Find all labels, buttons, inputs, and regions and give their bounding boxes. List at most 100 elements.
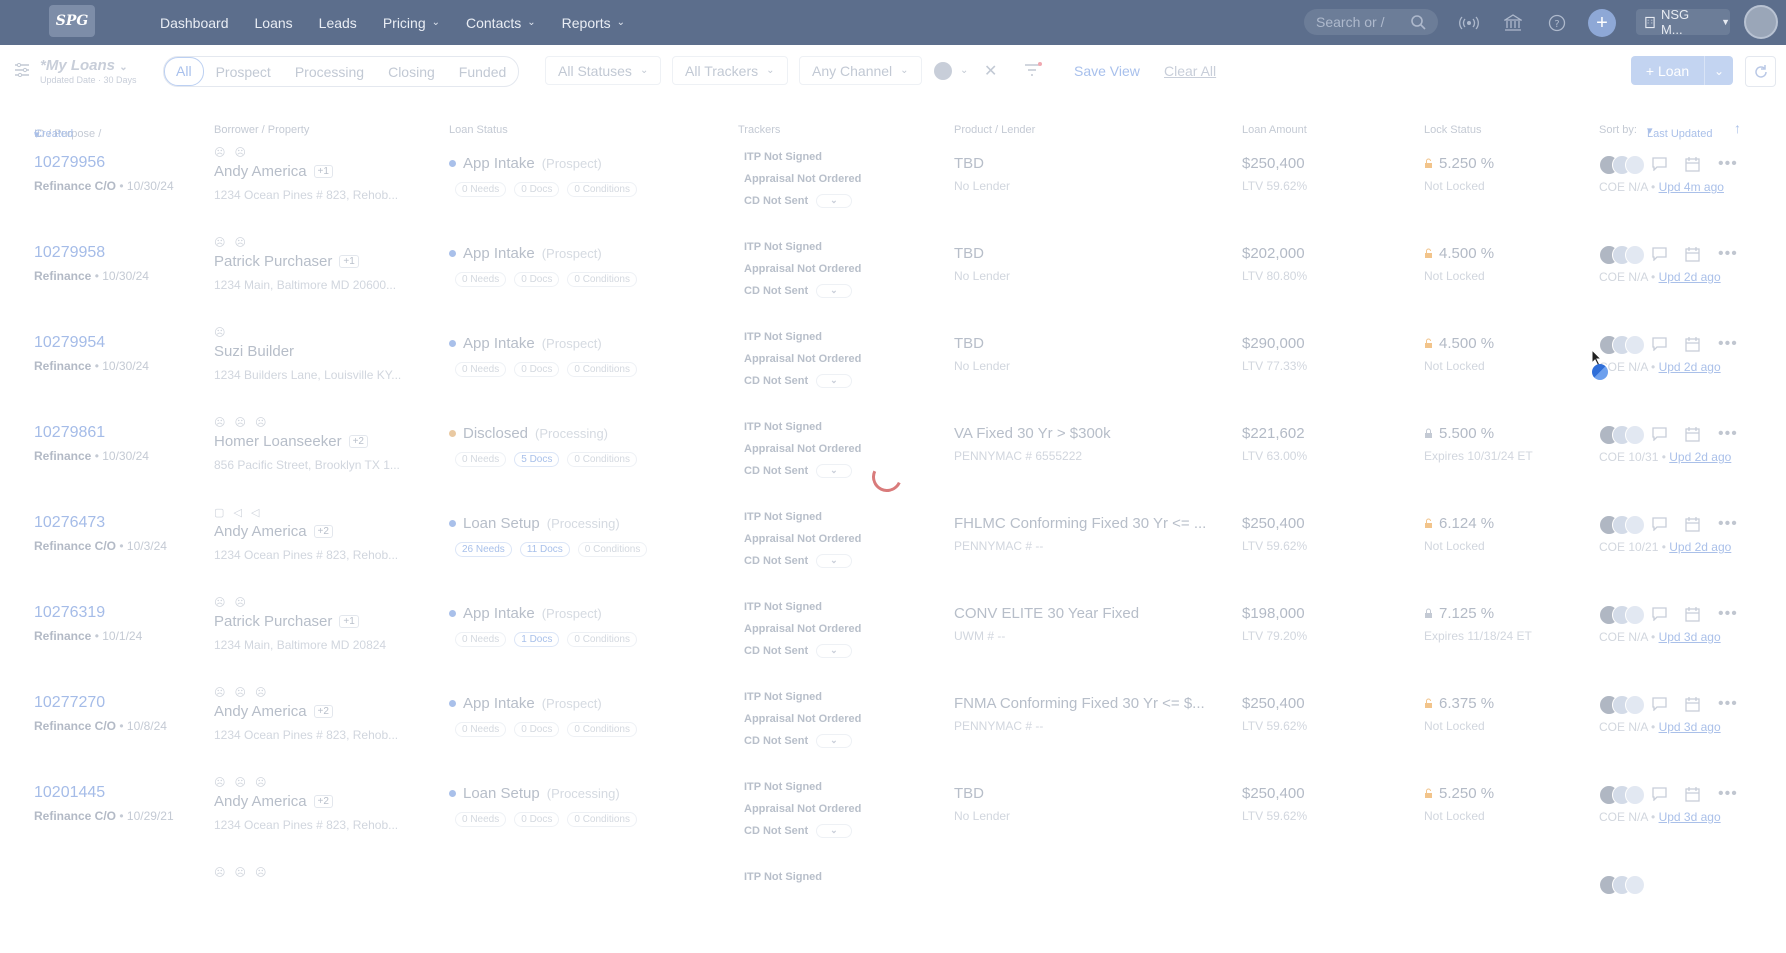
loan-status[interactable]: Disclosed (Processing): [449, 425, 608, 442]
conditions-count-badge[interactable]: 0 Conditions: [567, 632, 637, 647]
column-lock-status-header[interactable]: Lock Status: [1424, 124, 1481, 136]
more-options-icon[interactable]: •••: [1718, 155, 1738, 173]
more-options-icon[interactable]: •••: [1718, 425, 1738, 443]
broadcast-icon[interactable]: [1456, 10, 1482, 36]
loan-id-link[interactable]: 10201445: [34, 784, 105, 802]
add-loan-button[interactable]: + Loan ⌄: [1631, 56, 1733, 85]
more-options-icon[interactable]: •••: [1718, 695, 1738, 713]
message-icon[interactable]: [1652, 697, 1667, 711]
calendar-icon[interactable]: [1685, 786, 1700, 802]
borrower-name-link[interactable]: Andy America +2: [214, 703, 333, 720]
borrower-name-link[interactable]: Andy America +2: [214, 523, 333, 540]
tracker-itp[interactable]: ITP Not Signed: [744, 866, 822, 888]
loan-status[interactable]: App Intake (Prospect): [449, 695, 602, 712]
coborrower-count-badge[interactable]: +2: [313, 795, 333, 808]
loan-status[interactable]: App Intake (Prospect): [449, 605, 602, 622]
tracker-expand-toggle[interactable]: ⌄: [816, 554, 853, 568]
message-icon[interactable]: [1652, 157, 1667, 171]
docs-count-badge[interactable]: 0 Docs: [514, 362, 560, 377]
tracker-cd[interactable]: CD Not Sent: [744, 640, 808, 662]
product-name[interactable]: FNMA Conforming Fixed 30 Yr <= $...: [954, 695, 1205, 712]
tracker-expand-toggle[interactable]: ⌄: [816, 374, 853, 388]
loan-status[interactable]: App Intake (Prospect): [449, 155, 602, 172]
loan-row[interactable]: 10279954 Refinance • 10/30/24 ☹ Suzi Bui…: [0, 322, 1786, 413]
quick-create-button[interactable]: +: [1588, 9, 1616, 37]
borrower-name-link[interactable]: Homer Loanseeker +2: [214, 433, 368, 450]
more-options-icon[interactable]: •••: [1718, 335, 1738, 353]
last-updated-link[interactable]: Upd 2d ago: [1659, 270, 1721, 284]
conditions-count-badge[interactable]: 0 Conditions: [567, 362, 637, 377]
tracker-itp[interactable]: ITP Not Signed: [744, 236, 861, 258]
docs-count-badge[interactable]: 5 Docs: [514, 452, 560, 467]
coborrower-count-badge[interactable]: +2: [313, 705, 333, 718]
filter-menu-icon[interactable]: [14, 62, 30, 82]
loan-id-link[interactable]: 10276473: [34, 514, 105, 532]
more-options-icon[interactable]: •••: [1718, 245, 1738, 263]
calendar-icon[interactable]: [1685, 696, 1700, 712]
loan-status[interactable]: App Intake (Prospect): [449, 245, 602, 262]
tracker-appraisal[interactable]: Appraisal Not Ordered: [744, 528, 861, 550]
nav-reports[interactable]: Reports ⌄: [562, 15, 625, 31]
needs-count-badge[interactable]: 0 Needs: [455, 722, 507, 737]
column-loan-status-header[interactable]: Loan Status: [449, 124, 508, 136]
tracker-cd[interactable]: CD Not Sent: [744, 190, 808, 212]
team-avatars[interactable]: [1599, 875, 1645, 895]
docs-count-badge[interactable]: 0 Docs: [514, 272, 560, 287]
tracker-appraisal[interactable]: Appraisal Not Ordered: [744, 168, 861, 190]
needs-count-badge[interactable]: 0 Needs: [455, 182, 507, 197]
last-updated-link[interactable]: Upd 2d ago: [1669, 540, 1731, 554]
team-avatars[interactable]: [1599, 695, 1645, 715]
team-avatars[interactable]: [1599, 425, 1645, 445]
last-updated-link[interactable]: Upd 4m ago: [1659, 180, 1724, 194]
loan-row[interactable]: 10276319 Refinance • 10/1/24 ☹ ☹ Patrick…: [0, 592, 1786, 683]
column-product-header[interactable]: Product / Lender: [954, 124, 1035, 136]
user-avatar[interactable]: [1744, 5, 1778, 39]
column-trackers-header[interactable]: Trackers: [738, 124, 780, 136]
message-icon[interactable]: [1652, 337, 1667, 351]
help-icon[interactable]: ?: [1544, 10, 1570, 36]
tracker-expand-toggle[interactable]: ⌄: [816, 824, 853, 838]
tracker-cd[interactable]: CD Not Sent: [744, 550, 808, 572]
user-filter-dropdown[interactable]: ⌄: [928, 56, 974, 85]
interest-rate[interactable]: 4.500 %: [1424, 245, 1494, 262]
product-name[interactable]: TBD: [954, 335, 984, 352]
clear-all-link[interactable]: Clear All: [1164, 63, 1216, 79]
needs-count-badge[interactable]: 0 Needs: [455, 272, 507, 287]
loan-id-link[interactable]: 10277270: [34, 694, 105, 712]
loan-status[interactable]: Loan Setup (Processing): [449, 515, 620, 532]
calendar-icon[interactable]: [1685, 426, 1700, 442]
bank-icon[interactable]: [1500, 10, 1526, 36]
loan-id-link[interactable]: 10279954: [34, 334, 105, 352]
interest-rate[interactable]: 5.500 %: [1424, 425, 1494, 442]
borrower-name-link[interactable]: Andy America +2: [214, 793, 333, 810]
tracker-cd[interactable]: CD Not Sent: [744, 820, 808, 842]
calendar-icon[interactable]: [1685, 516, 1700, 532]
team-avatars[interactable]: [1599, 155, 1645, 175]
loan-row[interactable]: 10201445 Refinance C/O • 10/29/21 ☹ ☹ ☹ …: [0, 772, 1786, 863]
more-options-icon[interactable]: •••: [1718, 785, 1738, 803]
conditions-count-badge[interactable]: 0 Conditions: [567, 722, 637, 737]
coborrower-count-badge[interactable]: +1: [339, 615, 359, 628]
loan-row[interactable]: 10279958 Refinance • 10/30/24 ☹ ☹ Patric…: [0, 232, 1786, 323]
interest-rate[interactable]: 4.500 %: [1424, 335, 1494, 352]
message-icon[interactable]: [1652, 607, 1667, 621]
last-updated-link[interactable]: Upd 3d ago: [1659, 810, 1721, 824]
team-avatars[interactable]: [1599, 785, 1645, 805]
segment-closing[interactable]: Closing: [376, 64, 447, 80]
last-updated-link[interactable]: Upd 3d ago: [1659, 630, 1721, 644]
organization-selector[interactable]: NSG M... ▼: [1636, 7, 1730, 37]
tracker-appraisal[interactable]: Appraisal Not Ordered: [744, 798, 861, 820]
sort-by-dropdown[interactable]: Last Updated ▾: [1647, 124, 1712, 140]
nav-dashboard[interactable]: Dashboard: [160, 15, 229, 31]
conditions-count-badge[interactable]: 0 Conditions: [567, 182, 637, 197]
docs-count-badge[interactable]: 0 Docs: [514, 182, 560, 197]
product-name[interactable]: FHLMC Conforming Fixed 30 Yr <= ...: [954, 515, 1206, 532]
conditions-count-badge[interactable]: 0 Conditions: [567, 452, 637, 467]
calendar-icon[interactable]: [1685, 246, 1700, 262]
message-icon[interactable]: [1652, 517, 1667, 531]
calendar-icon[interactable]: [1685, 156, 1700, 172]
docs-count-badge[interactable]: 0 Docs: [514, 812, 560, 827]
product-name[interactable]: VA Fixed 30 Yr > $300k: [954, 425, 1111, 442]
tracker-appraisal[interactable]: Appraisal Not Ordered: [744, 618, 861, 640]
needs-count-badge[interactable]: 0 Needs: [455, 632, 507, 647]
